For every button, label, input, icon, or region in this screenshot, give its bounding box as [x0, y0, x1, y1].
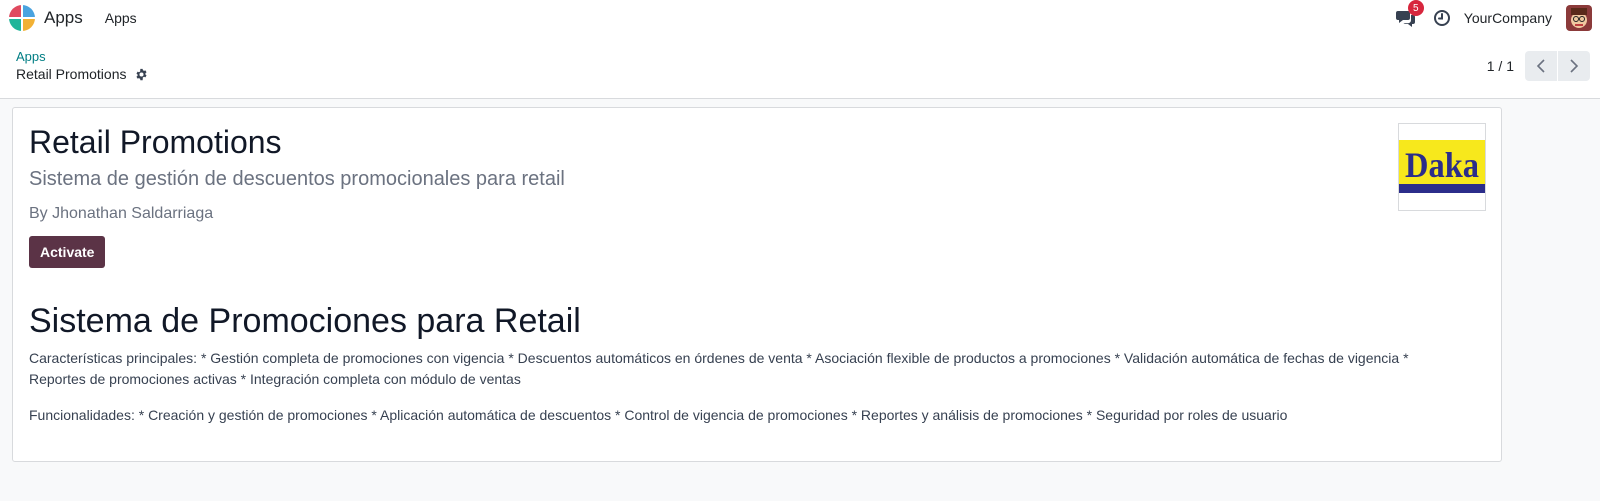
company-switcher[interactable]: YourCompany [1464, 10, 1552, 26]
avatar[interactable] [1566, 5, 1592, 31]
gear-icon[interactable] [135, 68, 148, 81]
activate-button[interactable]: Activate [29, 236, 106, 268]
activity-button[interactable] [1432, 8, 1452, 28]
module-author: By Jhonathan Saldarriaga [29, 205, 214, 222]
messaging-button[interactable]: 5 [1394, 0, 1424, 30]
chevron-left-icon [1536, 59, 1545, 73]
odoo-logo-icon[interactable] [8, 4, 36, 32]
pager: 1 / 1 [1487, 51, 1590, 81]
module-summary: Sistema de gestión de descuentos promoci… [29, 168, 565, 190]
clock-icon [1433, 10, 1450, 26]
pager-previous-button[interactable] [1525, 51, 1557, 81]
module-icon: Daka [1398, 123, 1486, 211]
breadcrumb: Retail Promotions [16, 66, 148, 82]
description-paragraph: Características principales: * Gestión c… [29, 350, 1409, 387]
control-panel: Apps Retail Promotions 1 / 1 [0, 36, 1600, 99]
description-title: Sistema de Promociones para Retail [29, 302, 581, 340]
module-form-sheet: Retail Promotions Sistema de gestión de … [12, 107, 1502, 462]
pager-value[interactable]: 1 / 1 [1487, 58, 1514, 74]
messages-badge: 5 [1407, 0, 1424, 16]
menu-item-apps[interactable]: Apps [105, 10, 137, 26]
description-paragraph: Funcionalidades: * Creación y gestión de… [29, 407, 1288, 423]
breadcrumb-current: Retail Promotions [16, 66, 127, 82]
top-navbar: Apps Apps 5 YourCompany [0, 0, 1600, 36]
navbar-systray: 5 YourCompany [1394, 0, 1592, 36]
chevron-right-icon [1570, 59, 1579, 73]
module-icon-text: Daka [1405, 145, 1479, 185]
module-title: Retail Promotions [29, 124, 282, 160]
app-name[interactable]: Apps [44, 8, 83, 28]
breadcrumb-apps[interactable]: Apps [16, 49, 46, 64]
pager-next-button[interactable] [1558, 51, 1590, 81]
